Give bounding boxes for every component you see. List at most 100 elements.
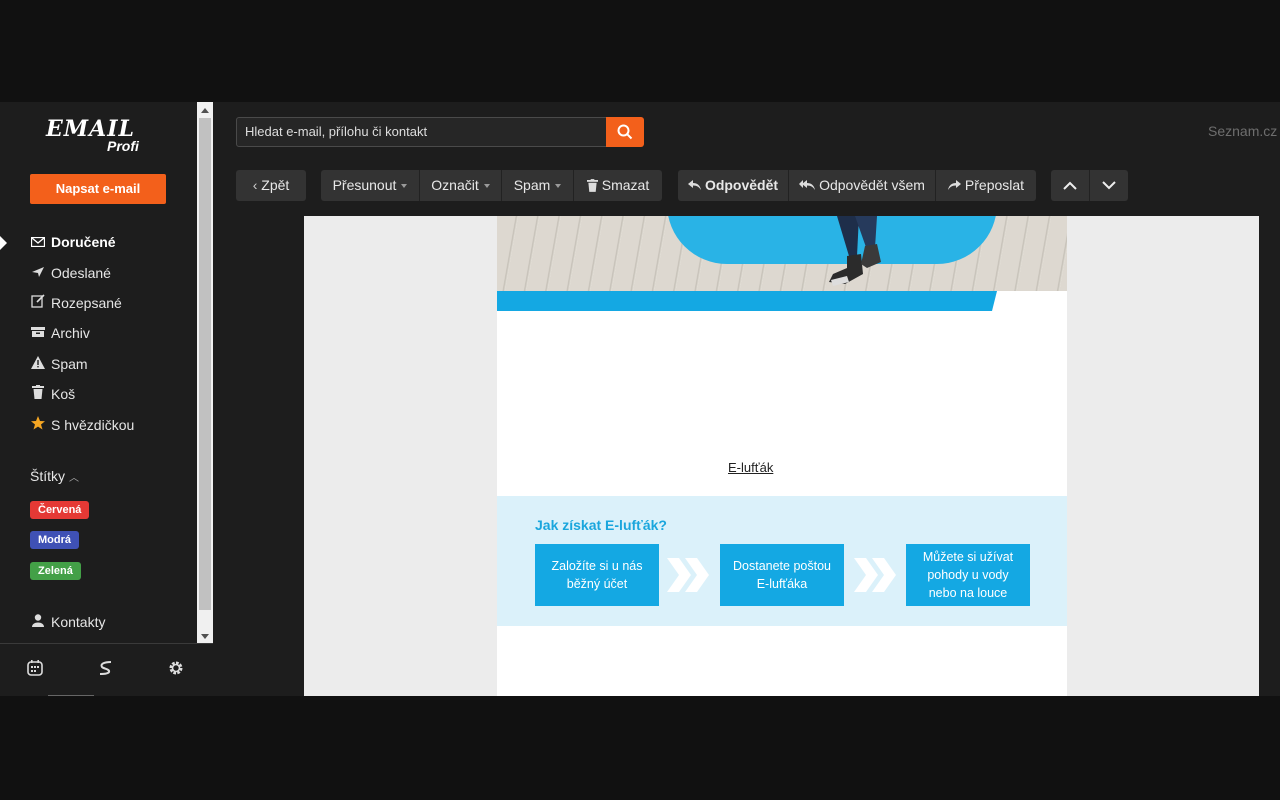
spam-button[interactable]: Spam [501, 170, 573, 201]
sidebar-scrollbar[interactable] [197, 102, 213, 643]
seznam-s-icon[interactable] [96, 660, 116, 680]
sidebar-item-archive[interactable]: Archiv [30, 322, 190, 344]
email-profi-logo[interactable]: EMAIL Profi [40, 116, 150, 156]
send-icon [30, 263, 46, 285]
sidebar-item-label: Rozepsané [51, 295, 122, 311]
warning-icon [30, 354, 46, 376]
step-text: běžný účet [566, 577, 628, 591]
sidebar-item-spam[interactable]: Spam [30, 353, 190, 375]
eluftak-link[interactable]: E-lufťák [728, 460, 773, 475]
star-icon [30, 415, 46, 437]
reply-icon [687, 170, 701, 201]
step-3: Můžete si užívat pohody u vody nebo na lou… [906, 544, 1030, 606]
delete-label: Smazat [601, 177, 650, 193]
blue-stripe [497, 291, 997, 311]
sidebar-item-label: Odeslané [51, 265, 111, 281]
sidebar-item-label: Kontakty [51, 614, 106, 630]
caret-down-icon [555, 184, 562, 189]
message-nav-group [1051, 170, 1128, 201]
draft-icon [30, 293, 46, 315]
reply-all-icon [799, 170, 816, 201]
settings-icon[interactable] [166, 660, 186, 680]
step-text: Můžete si užívat [922, 550, 1014, 564]
search-input[interactable]: Hledat e-mail, přílohu či kontakt [236, 117, 607, 147]
how-title: Jak získat E-lufťák? [535, 517, 667, 533]
sidebar-item-label: Archiv [51, 325, 90, 341]
chevron-up-icon [1063, 181, 1077, 190]
step-text: Dostanete poštou [733, 559, 831, 573]
caret-down-icon [401, 184, 408, 189]
spam-label: Spam [513, 177, 551, 193]
chevrons-right-icon [667, 558, 709, 592]
step-text: pohody u vody [927, 568, 1009, 582]
reply-button[interactable]: Odpovědět [678, 170, 788, 201]
trash-icon [30, 384, 46, 406]
message-viewer: E-lufťák Jak získat E-lufťák? Založíte s… [304, 216, 1259, 696]
labels-title: Štítky [30, 468, 66, 484]
next-message-button[interactable] [1089, 170, 1128, 201]
label-blue[interactable]: Modrá [30, 531, 79, 549]
how-to-get-section: Jak získat E-lufťák? Založíte si u nás bě… [497, 496, 1067, 626]
sidebar-item-trash[interactable]: Koš [30, 383, 190, 405]
selected-folder-marker [0, 236, 7, 250]
calendar-icon[interactable] [25, 660, 45, 680]
back-label: Zpět [261, 177, 290, 193]
back-button-content: ‹ Zpět [236, 170, 306, 201]
move-button[interactable]: Přesunout [321, 170, 419, 201]
label-red[interactable]: Červená [30, 501, 90, 519]
chevron-down-icon [1102, 181, 1116, 190]
footer-active-indicator [48, 695, 94, 696]
label-green[interactable]: Zelená [30, 562, 81, 580]
step-text: nebo na louce [928, 586, 1008, 600]
sidebar-item-drafts[interactable]: Rozepsané [30, 292, 190, 314]
previous-message-button[interactable] [1051, 170, 1089, 201]
step-2: Dostanete poštou E-lufťáka [720, 544, 844, 606]
sidebar: EMAIL Profi Napsat e-mail Doručené Odesl… [0, 102, 197, 643]
mail-app: EMAIL Profi Napsat e-mail Doručené Odesl… [0, 102, 1280, 696]
scroll-up-arrow[interactable] [201, 108, 209, 113]
archive-icon [30, 323, 46, 345]
seznam-link[interactable]: Seznam.cz [1208, 123, 1277, 139]
sidebar-item-label: Doručené [51, 234, 116, 250]
step-text: Založíte si u nás [551, 559, 643, 573]
sidebar-item-sent[interactable]: Odeslané [30, 262, 190, 284]
forward-button[interactable]: Přeposlat [935, 170, 1036, 201]
compose-button[interactable]: Napsat e-mail [30, 174, 166, 204]
logo-subtext: Profi [107, 138, 139, 154]
chevron-up-icon: ︿ [69, 473, 80, 484]
sidebar-item-inbox[interactable]: Doručené [30, 231, 190, 253]
forward-label: Přeposlat [964, 177, 1025, 193]
reply-label: Odpovědět [704, 177, 779, 193]
search-button[interactable] [606, 117, 644, 147]
move-label: Přesunout [332, 177, 397, 193]
step-1: Založíte si u nás běžný účet [535, 544, 659, 606]
scroll-thumb[interactable] [199, 118, 211, 610]
sidebar-item-label: Koš [51, 386, 76, 402]
back-button[interactable]: ‹ Zpět [236, 170, 306, 201]
sidebar-item-starred[interactable]: S hvězdičkou [30, 414, 190, 436]
user-icon [30, 612, 46, 634]
trash-icon [586, 172, 598, 203]
forward-icon [947, 170, 961, 201]
message-actions-group: Přesunout Označit Spam Smazat [321, 170, 662, 201]
inbox-icon [30, 232, 46, 254]
mark-label: Označit [431, 177, 479, 193]
sidebar-item-label: Spam [51, 356, 88, 372]
reply-all-label: Odpovědět všem [819, 177, 925, 193]
hero-image-person-legs [827, 216, 882, 288]
delete-button[interactable]: Smazat [573, 170, 662, 201]
search-icon [617, 124, 633, 140]
scroll-down-arrow[interactable] [201, 634, 209, 639]
sidebar-item-contacts[interactable]: Kontakty [30, 611, 190, 633]
email-body: E-lufťák Jak získat E-lufťák? Založíte s… [497, 216, 1067, 696]
mark-button[interactable]: Označit [419, 170, 501, 201]
reply-actions-group: Odpovědět Odpovědět všem Přeposlat [678, 170, 1036, 201]
caret-down-icon [483, 184, 490, 189]
reply-all-button[interactable]: Odpovědět všem [788, 170, 935, 201]
step-text: E-lufťáka [756, 577, 808, 591]
chevron-left-icon: ‹ [252, 177, 262, 193]
labels-section-header[interactable]: Štítky ︿ [30, 468, 79, 484]
chevrons-right-icon [854, 558, 896, 592]
sidebar-footer [0, 643, 213, 696]
sidebar-item-label: S hvězdičkou [51, 417, 135, 433]
